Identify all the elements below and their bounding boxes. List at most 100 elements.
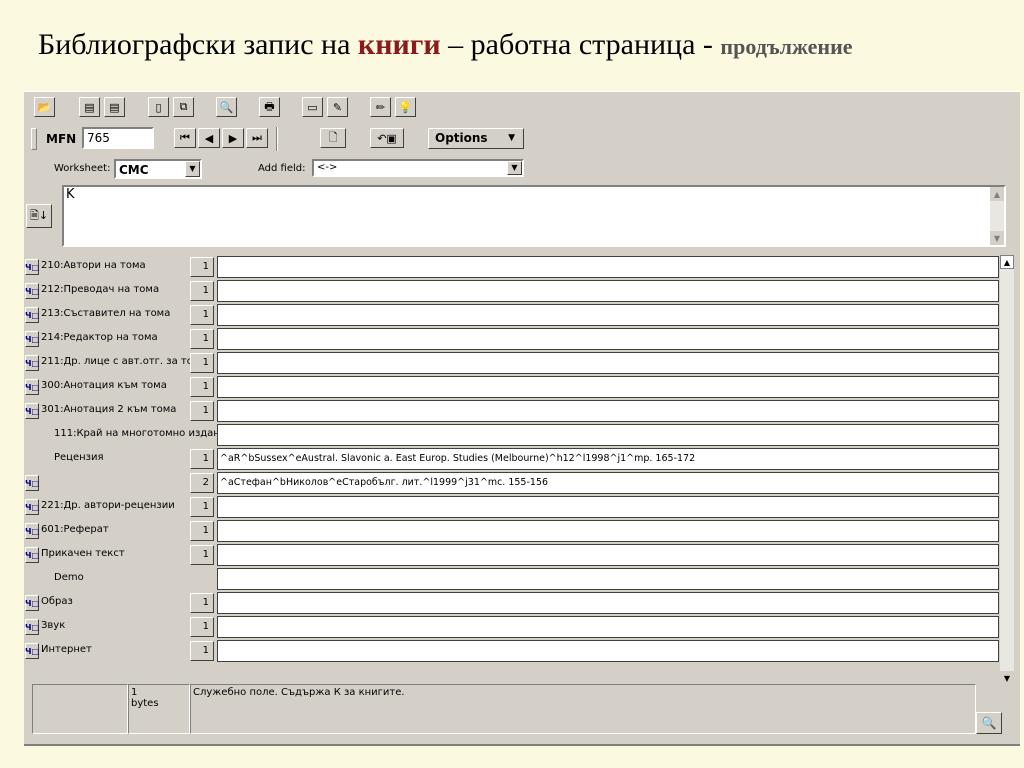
chevron-down-icon[interactable]: ▼ [185, 161, 200, 177]
options-menu[interactable]: Options ▼ [428, 128, 524, 149]
field-value-input[interactable] [217, 640, 999, 662]
window-icon[interactable]: ▭ [302, 97, 323, 117]
chevron-down-icon[interactable]: ▼ [507, 161, 522, 175]
field-label: Прикачен текст [41, 548, 125, 559]
field-label: Звук [41, 620, 66, 631]
repeat-field-button[interactable]: Ч□ [25, 499, 39, 515]
repeat-field-button[interactable]: Ч□ [25, 475, 39, 491]
title-keyword: книги [357, 28, 441, 61]
toolbar-separator [276, 127, 278, 151]
occurrence-number[interactable]: 1 [190, 257, 214, 277]
occurrence-number[interactable]: 1 [190, 353, 214, 373]
status-bar: 1 bytes Служебно поле. Съдържа К за книг… [30, 684, 1006, 736]
repeat-field-button[interactable]: Ч□ [25, 595, 39, 611]
previous-record-icon[interactable]: ◀ [198, 128, 220, 148]
field-value-input[interactable] [217, 256, 999, 278]
export-rtf-icon[interactable]: ▤ [104, 97, 125, 117]
open-folder-icon[interactable]: 📂 [34, 97, 55, 117]
field-row: 111:Край на многотомно издание [24, 423, 1014, 447]
worksheet-label: Worksheet: [54, 163, 111, 174]
occurrence-number[interactable]: 1 [190, 617, 214, 637]
status-empty-box [32, 684, 128, 734]
lightbulb-icon[interactable]: 💡 [395, 97, 416, 117]
repeat-field-button[interactable]: Ч□ [25, 523, 39, 539]
status-message-box: Служебно поле. Съдържа К за книгите. [190, 684, 976, 734]
repeat-field-button[interactable]: Ч□ [25, 331, 39, 347]
field-value-input[interactable] [217, 544, 999, 566]
field-row: Ч□ 601:Реферат 1 [24, 519, 1014, 543]
field-value-input[interactable] [217, 592, 999, 614]
edit-icon[interactable]: ✎ [327, 97, 348, 117]
record-toolbar: MFN 765 ⏮ ◀ ▶ ⏭ 🗋 ↶▣ Options ▼ [24, 125, 1020, 153]
field-value-input[interactable] [217, 376, 999, 398]
field-value-input[interactable] [217, 424, 999, 446]
repeat-field-button[interactable]: Ч□ [25, 379, 39, 395]
main-toolbar: 📂 ▤ ▤ ▯ ⧉ 🔍 🖶 ▭ ✎ ✏ 💡 [24, 94, 1020, 122]
field-value-input[interactable] [217, 568, 999, 590]
worksheet-select[interactable]: CMC ▼ [114, 159, 202, 179]
field-value-input[interactable]: ^aR^bSussex^eAustral. Slavonic a. East E… [217, 448, 999, 470]
occurrence-number[interactable]: 1 [190, 521, 214, 541]
copy-record-icon[interactable]: ⧉ [173, 97, 194, 117]
field-value-input[interactable] [217, 280, 999, 302]
editor-scrollbar[interactable]: ▲ ▼ [990, 187, 1004, 245]
first-record-icon[interactable]: ⏮ [174, 128, 196, 148]
field-value-input[interactable] [217, 304, 999, 326]
occurrence-number[interactable]: 1 [190, 281, 214, 301]
toolbar-grip[interactable] [31, 128, 37, 150]
add-field-select[interactable]: <-> ▼ [312, 159, 524, 177]
occurrence-number[interactable]: 1 [190, 377, 214, 397]
save-record-icon[interactable]: ↶▣ [370, 128, 404, 148]
field-value-input[interactable] [217, 496, 999, 518]
print-preview-icon[interactable]: 🔍 [216, 97, 237, 117]
app-window: 📂 ▤ ▤ ▯ ⧉ 🔍 🖶 ▭ ✎ ✏ 💡 MFN 765 ⏮ ◀ ▶ ⏭ 🗋 … [24, 91, 1020, 746]
zoom-icon[interactable]: 🔍 [976, 712, 1002, 734]
repeat-field-button[interactable]: Ч□ [25, 547, 39, 563]
field-label: Интернет [41, 644, 92, 655]
mfn-input[interactable]: 765 [82, 127, 154, 149]
repeat-field-button[interactable]: Ч□ [25, 283, 39, 299]
repeat-field-button[interactable]: Ч□ [25, 307, 39, 323]
field-row: Ч□ 210:Автори на тома 1 [24, 255, 1014, 279]
next-record-icon[interactable]: ▶ [222, 128, 244, 148]
field-row: Ч□ 221:Др. автори-рецензии 1 [24, 495, 1014, 519]
field-value-input[interactable] [217, 616, 999, 638]
field-label: Demo [54, 572, 84, 583]
print-icon[interactable]: 🖶 [259, 97, 280, 117]
field-row: Ч□ 212:Преводач на тома 1 [24, 279, 1014, 303]
field-row: Ч□ 213:Съставител на тома 1 [24, 303, 1014, 327]
occurrence-number[interactable]: 1 [190, 641, 214, 661]
field-grid: ▲ ▼ Ч□ 210:Автори на тома 1 Ч□ 212:Преводач … [24, 255, 1020, 685]
occurrence-number[interactable]: 1 [190, 497, 214, 517]
clipboard-icon[interactable]: ▯ [148, 97, 169, 117]
repeat-field-button[interactable]: Ч□ [25, 355, 39, 371]
occurrence-number[interactable]: 1 [190, 401, 214, 421]
field-value-input[interactable] [217, 352, 999, 374]
last-record-icon[interactable]: ⏭ [246, 128, 268, 148]
occurrence-number[interactable]: 1 [190, 593, 214, 613]
export-txt-icon[interactable]: ▤ [79, 97, 100, 117]
field-value-input[interactable] [217, 520, 999, 542]
field-value-input[interactable]: ^aСтефан^bНиколов^eСтаробълг. лит.^l1999… [217, 472, 999, 494]
import-field-button[interactable]: 🗎↓ [26, 204, 52, 228]
add-field-label: Add field: [258, 163, 306, 174]
occurrence-number[interactable]: 1 [190, 305, 214, 325]
occurrence-number[interactable]: 1 [190, 329, 214, 349]
field-row: Ч□ Звук 1 [24, 615, 1014, 639]
repeat-field-button[interactable]: Ч□ [25, 643, 39, 659]
field-value-input[interactable] [217, 400, 999, 422]
pencil-icon[interactable]: ✏ [370, 97, 391, 117]
occurrence-number[interactable]: 1 [190, 545, 214, 565]
repeat-field-button[interactable]: Ч□ [25, 259, 39, 275]
new-record-icon[interactable]: 🗋 [320, 128, 346, 148]
field-row: Demo [24, 567, 1014, 591]
field-label: 214:Редактор на тома [41, 332, 158, 343]
occurrence-number[interactable]: 1 [190, 449, 214, 469]
occurrence-number[interactable]: 2 [190, 473, 214, 493]
repeat-field-button[interactable]: Ч□ [25, 619, 39, 635]
status-unit: bytes [131, 698, 159, 709]
field-value-input[interactable] [217, 328, 999, 350]
mfn-label: MFN [46, 132, 77, 146]
field-editor[interactable]: K ▲ ▼ [62, 185, 1006, 247]
repeat-field-button[interactable]: Ч□ [25, 403, 39, 419]
